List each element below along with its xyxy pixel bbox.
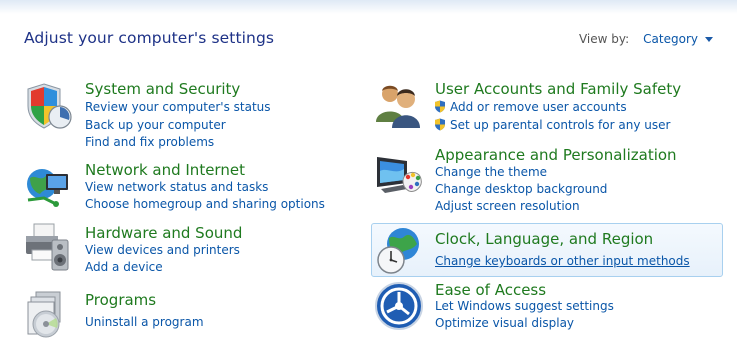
link-view-devices-printers[interactable]: View devices and printers [85, 243, 240, 257]
link-find-fix-problems[interactable]: Find and fix problems [85, 135, 214, 149]
link-review-computer-status[interactable]: Review your computer's status [85, 100, 271, 114]
link-parental-controls-label: Set up parental controls for any user [450, 118, 671, 132]
chevron-down-icon[interactable] [705, 37, 713, 42]
category-clock-language-region[interactable]: Clock, Language, and Region [435, 230, 653, 248]
view-by-value: Category [643, 32, 698, 46]
category-hardware-and-sound[interactable]: Hardware and Sound [85, 224, 242, 242]
clock-globe-icon[interactable] [373, 224, 425, 276]
printer-speaker-icon[interactable] [22, 222, 74, 274]
programs-disc-icon[interactable] [22, 288, 74, 340]
uac-shield-icon [435, 118, 445, 131]
ease-of-access-icon[interactable] [373, 280, 425, 332]
category-network-and-internet[interactable]: Network and Internet [85, 161, 245, 179]
link-back-up-computer[interactable]: Back up your computer [85, 118, 226, 132]
link-change-desktop-background[interactable]: Change desktop background [435, 182, 607, 196]
category-ease-of-access[interactable]: Ease of Access [435, 281, 546, 299]
view-by-control: View by: Category [579, 32, 713, 46]
link-adjust-screen-resolution[interactable]: Adjust screen resolution [435, 199, 580, 213]
link-optimize-visual-display[interactable]: Optimize visual display [435, 316, 574, 330]
link-view-network-status[interactable]: View network status and tasks [85, 180, 268, 194]
link-add-remove-accounts[interactable]: Add or remove user accounts [434, 100, 627, 114]
category-programs[interactable]: Programs [85, 291, 156, 309]
globe-network-icon[interactable] [22, 160, 74, 212]
link-parental-controls[interactable]: Set up parental controls for any user [434, 118, 670, 132]
view-by-dropdown[interactable]: Category [643, 32, 698, 46]
link-change-keyboards[interactable]: Change keyboards or other input methods [435, 254, 690, 268]
link-add-remove-accounts-label: Add or remove user accounts [450, 100, 627, 114]
shield-icon[interactable] [22, 80, 74, 132]
category-appearance-personalization[interactable]: Appearance and Personalization [435, 146, 677, 164]
link-change-theme[interactable]: Change the theme [435, 165, 547, 179]
link-add-device[interactable]: Add a device [85, 260, 163, 274]
link-homegroup-sharing[interactable]: Choose homegroup and sharing options [85, 197, 325, 211]
monitor-palette-icon[interactable] [373, 147, 425, 199]
link-windows-suggest-settings[interactable]: Let Windows suggest settings [435, 299, 614, 313]
users-icon[interactable] [373, 80, 425, 132]
view-by-label: View by: [578, 32, 630, 46]
uac-shield-icon [435, 100, 445, 113]
page-title: Adjust your computer's settings [24, 29, 275, 47]
title-bar-fade [0, 0, 737, 14]
category-user-accounts[interactable]: User Accounts and Family Safety [435, 80, 681, 98]
link-uninstall-program[interactable]: Uninstall a program [85, 315, 204, 329]
category-system-and-security[interactable]: System and Security [85, 80, 240, 98]
